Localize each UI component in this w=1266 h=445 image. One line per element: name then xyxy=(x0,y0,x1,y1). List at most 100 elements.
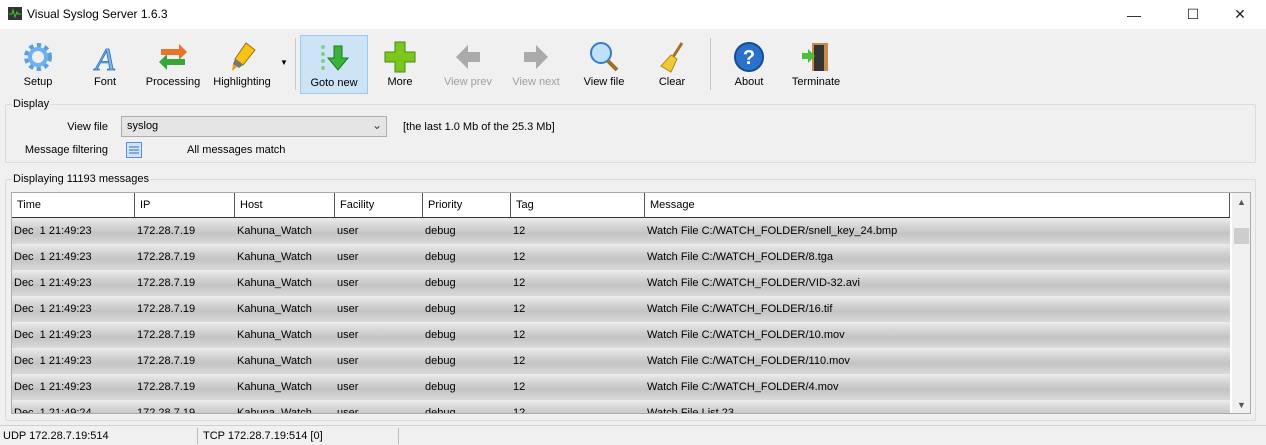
setup-button[interactable]: Setup xyxy=(5,35,71,94)
highlighting-button[interactable]: Highlighting xyxy=(209,35,275,94)
svg-text:?: ? xyxy=(743,47,755,69)
cell-priority: debug xyxy=(425,381,456,393)
cell-message: Watch File List 23 xyxy=(647,407,735,414)
cell-priority: debug xyxy=(425,225,456,237)
terminate-button[interactable]: Terminate xyxy=(783,35,849,94)
cell-facility: user xyxy=(337,407,359,414)
toolbar: Setup A Font Processing Highlighting ▼ Go… xyxy=(0,30,1266,96)
table-row[interactable]: Dec 1 21:49:23 172.28.7.19 Kahuna_Watch use… xyxy=(12,244,1230,270)
cell-time: Dec 1 21:49:23 xyxy=(14,355,92,367)
message-filtering-label: Message filtering xyxy=(24,144,108,156)
scroll-down-icon[interactable]: ▼ xyxy=(1237,400,1246,410)
table-row[interactable]: Dec 1 21:49:24 172.28.7.19 Kahuna_Watch use… xyxy=(12,400,1230,414)
goto-new-icon xyxy=(321,45,350,71)
column-header-tag[interactable]: Tag xyxy=(511,193,645,218)
cell-ip: 172.28.7.19 xyxy=(137,355,196,367)
app-icon xyxy=(8,7,22,20)
table-row[interactable]: Dec 1 21:49:23 172.28.7.19 Kahuna_Watch use… xyxy=(12,218,1230,244)
help-icon: ? xyxy=(734,42,764,72)
cell-message: Watch File C:/WATCH_FOLDER/snell_key_24.… xyxy=(647,225,898,237)
cell-facility: user xyxy=(337,329,359,341)
highlighting-dropdown-arrow[interactable]: ▼ xyxy=(280,58,288,67)
status-separator xyxy=(197,428,198,444)
gear-icon xyxy=(24,43,52,71)
table-row[interactable]: Dec 1 21:49:23 172.28.7.19 Kahuna_Watch use… xyxy=(12,270,1230,296)
cell-time: Dec 1 21:49:23 xyxy=(14,381,92,393)
cell-time: Dec 1 21:49:24 xyxy=(14,407,92,414)
plus-icon xyxy=(384,41,416,73)
cell-message: Watch File C:/WATCH_FOLDER/4.mov xyxy=(647,381,839,393)
tcp-status: TCP 172.28.7.19:514 [0] xyxy=(203,430,323,442)
cell-priority: debug xyxy=(425,355,456,367)
column-header-priority[interactable]: Priority xyxy=(423,193,511,218)
cell-ip: 172.28.7.19 xyxy=(137,303,196,315)
cell-tag: 12 xyxy=(513,225,526,237)
column-header-time[interactable]: Time xyxy=(12,193,135,218)
cell-host: Kahuna_Watch xyxy=(237,381,312,393)
cell-tag: 12 xyxy=(513,277,526,289)
cell-ip: 172.28.7.19 xyxy=(137,329,196,341)
column-header-host[interactable]: Host xyxy=(235,193,335,218)
cell-tag: 12 xyxy=(513,303,526,315)
table-row[interactable]: Dec 1 21:49:23 172.28.7.19 Kahuna_Watch use… xyxy=(12,322,1230,348)
cell-tag: 12 xyxy=(513,355,526,367)
font-button[interactable]: A Font xyxy=(72,35,138,94)
filter-status: All messages match xyxy=(187,144,286,156)
status-bar: UDP 172.28.7.19:514 TCP 172.28.7.19:514 … xyxy=(0,425,1266,445)
scrollbar-thumb[interactable] xyxy=(1234,228,1249,244)
cell-ip: 172.28.7.19 xyxy=(137,277,196,289)
cell-host: Kahuna_Watch xyxy=(237,329,312,341)
filter-list-icon[interactable] xyxy=(126,142,142,158)
cell-message: Watch File C:/WATCH_FOLDER/8.tga xyxy=(647,251,834,263)
cell-facility: user xyxy=(337,381,359,393)
window-title: Visual Syslog Server 1.6.3 xyxy=(27,7,168,21)
about-button[interactable]: ? About xyxy=(716,35,782,94)
scroll-up-icon[interactable]: ▲ xyxy=(1237,197,1246,207)
maximize-button[interactable]: ☐ xyxy=(1170,0,1216,29)
view-file-button[interactable]: View file xyxy=(571,35,637,94)
minimize-button[interactable]: — xyxy=(1111,0,1157,29)
goto-new-button[interactable]: Goto new xyxy=(300,35,368,94)
cell-facility: user xyxy=(337,277,359,289)
view-file-value: syslog xyxy=(127,120,159,132)
table-row[interactable]: Dec 1 21:49:23 172.28.7.19 Kahuna_Watch use… xyxy=(12,348,1230,374)
column-header-ip[interactable]: IP xyxy=(135,193,235,218)
column-header-message[interactable]: Message xyxy=(645,193,1230,218)
more-button[interactable]: More xyxy=(367,35,433,94)
cell-priority: debug xyxy=(425,407,456,414)
view-prev-button[interactable]: View prev xyxy=(435,35,501,94)
table-row[interactable]: Dec 1 21:49:23 172.28.7.19 Kahuna_Watch use… xyxy=(12,374,1230,400)
svg-text:A: A xyxy=(93,41,115,73)
highlighter-icon xyxy=(232,42,256,71)
processing-button[interactable]: Processing xyxy=(140,35,206,94)
close-button[interactable]: ✕ xyxy=(1217,0,1263,29)
cell-tag: 12 xyxy=(513,251,526,263)
chevron-down-icon: ⌄ xyxy=(371,118,382,132)
view-next-button[interactable]: View next xyxy=(503,35,569,94)
cell-tag: 12 xyxy=(513,329,526,341)
cell-tag: 12 xyxy=(513,381,526,393)
cell-ip: 172.28.7.19 xyxy=(137,407,196,414)
cell-host: Kahuna_Watch xyxy=(237,355,312,367)
cell-facility: user xyxy=(337,303,359,315)
magnifier-icon xyxy=(590,42,619,72)
cell-host: Kahuna_Watch xyxy=(237,303,312,315)
view-file-label: View file xyxy=(67,121,108,133)
toolbar-separator xyxy=(710,38,711,90)
cell-facility: user xyxy=(337,355,359,367)
column-header-facility[interactable]: Facility xyxy=(335,193,423,218)
cell-priority: debug xyxy=(425,251,456,263)
cell-ip: 172.28.7.19 xyxy=(137,225,196,237)
cell-priority: debug xyxy=(425,329,456,341)
vertical-scrollbar[interactable]: ▲ ▼ xyxy=(1232,193,1250,413)
clear-button[interactable]: Clear xyxy=(639,35,705,94)
cell-priority: debug xyxy=(425,277,456,289)
arrows-icon xyxy=(159,44,187,70)
cell-message: Watch File C:/WATCH_FOLDER/VID-32.avi xyxy=(647,277,860,289)
arrow-left-icon xyxy=(456,45,480,69)
table-row[interactable]: Dec 1 21:49:23 172.28.7.19 Kahuna_Watch use… xyxy=(12,296,1230,322)
cell-time: Dec 1 21:49:23 xyxy=(14,225,92,237)
view-file-select[interactable]: syslog ⌄ xyxy=(121,116,387,137)
messages-count: Displaying 11193 messages xyxy=(12,173,150,185)
cell-message: Watch File C:/WATCH_FOLDER/110.mov xyxy=(647,355,850,367)
